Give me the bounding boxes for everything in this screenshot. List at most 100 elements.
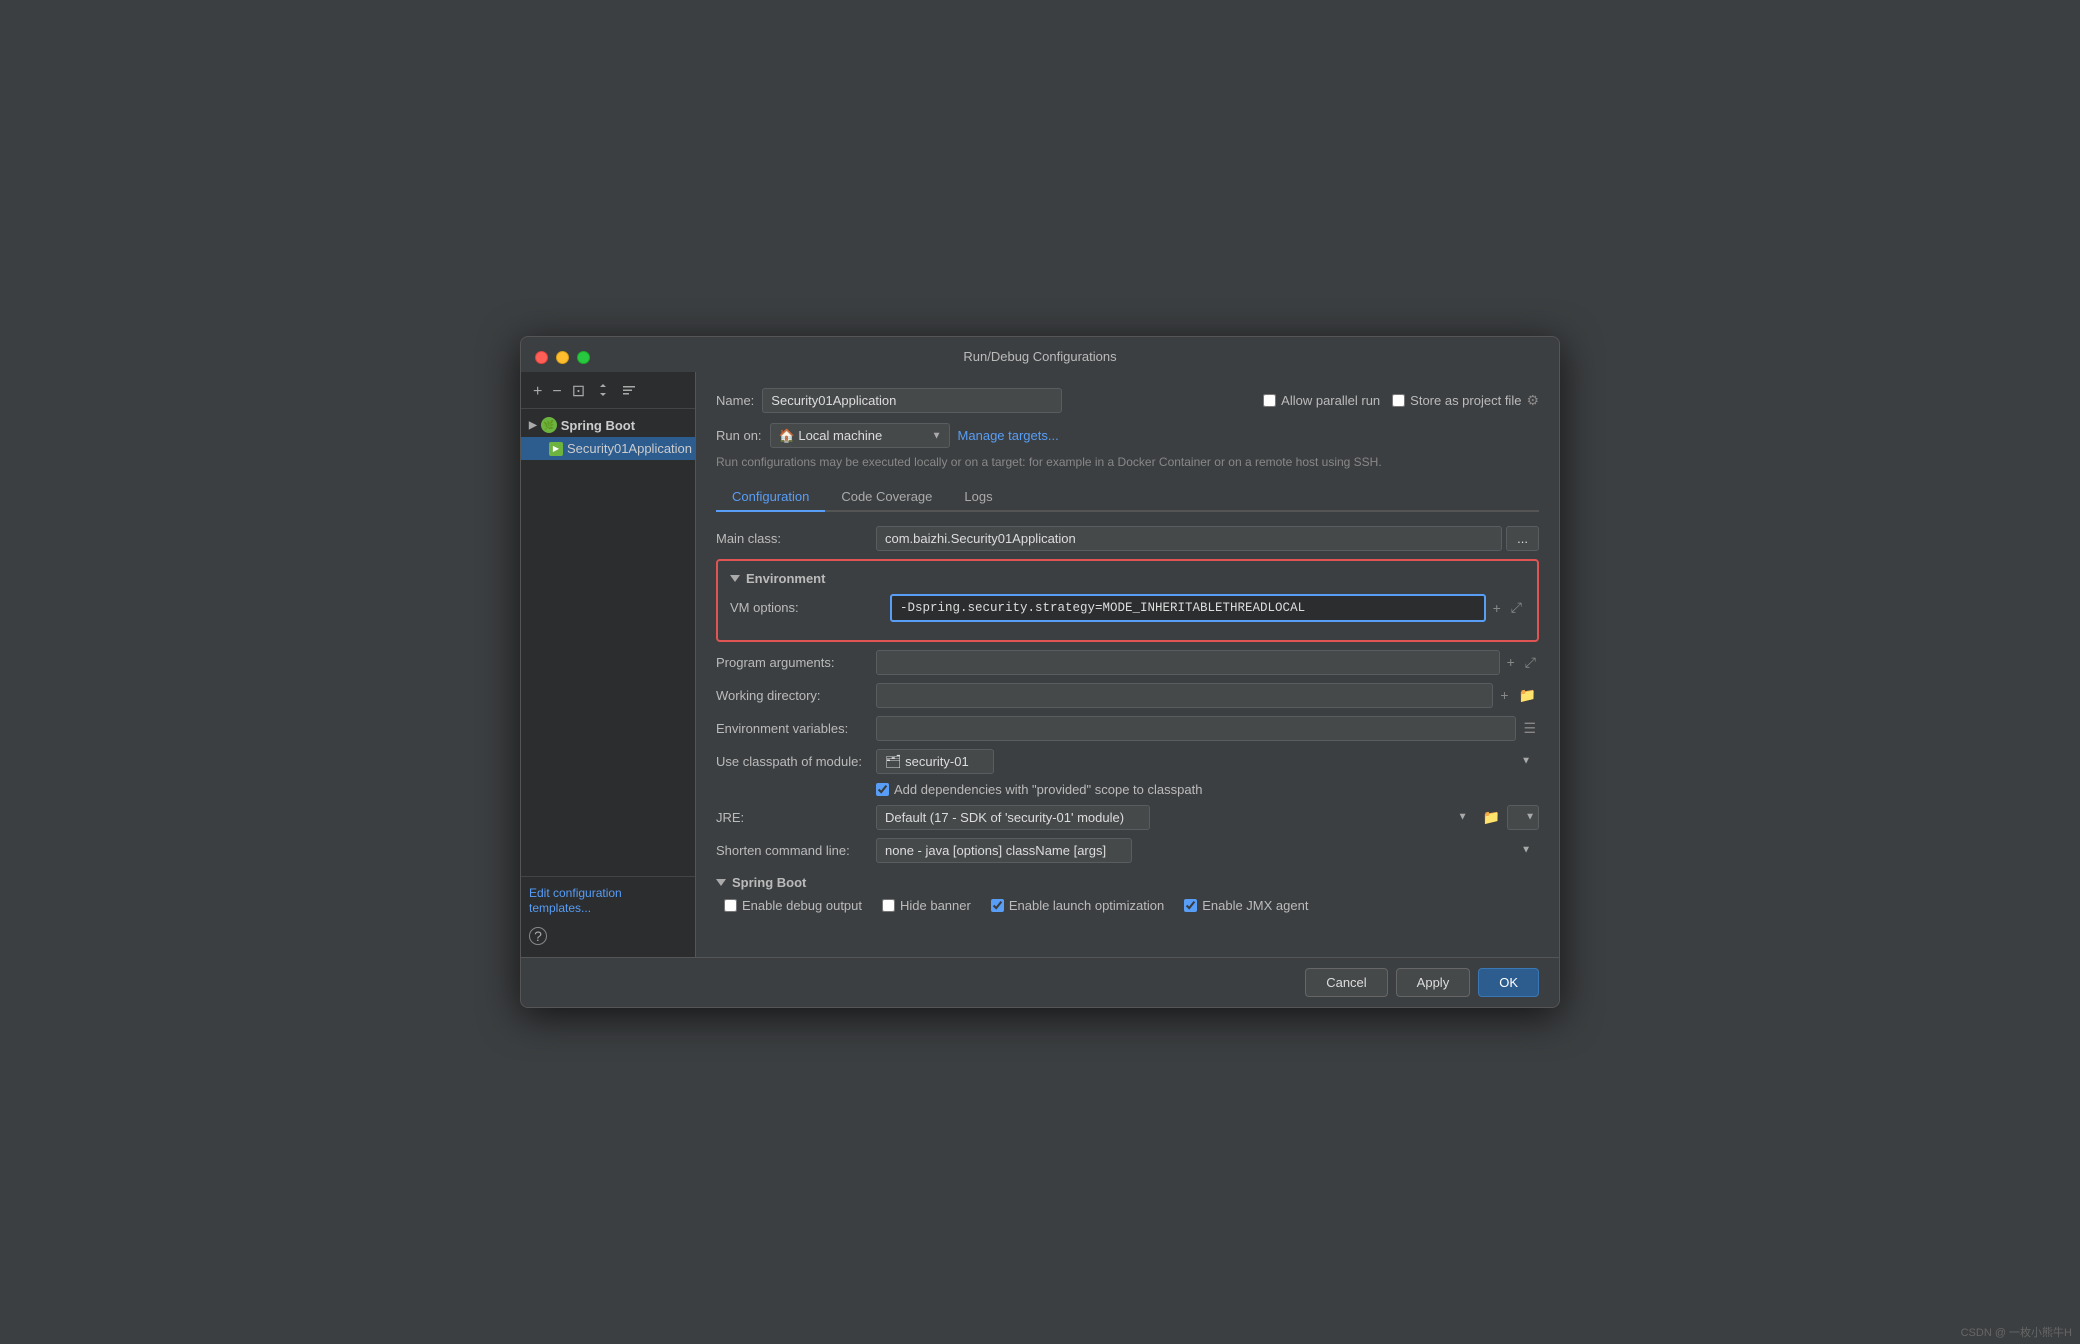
allow-parallel-checkbox-label[interactable]: Allow parallel run (1263, 393, 1380, 408)
jre-browse-button[interactable]: 📁 (1480, 807, 1503, 828)
enable-launch-checkbox[interactable] (991, 899, 1004, 912)
jre-content: Default (17 - SDK of 'security-01' modul… (876, 805, 1539, 830)
enable-launch-checkbox-label[interactable]: Enable launch optimization (991, 898, 1164, 913)
hint-text: Run configurations may be executed local… (716, 454, 1539, 471)
store-project-checkbox-label[interactable]: Store as project file (1392, 393, 1521, 408)
classpath-select[interactable]: 🗂 security-01 (876, 749, 994, 774)
jre-label: JRE: (716, 810, 876, 825)
shorten-cmd-select[interactable]: none - java [options] className [args] (876, 838, 1132, 863)
classpath-select-container: 🗂 security-01 (876, 749, 1539, 774)
hide-banner-checkbox-label[interactable]: Hide banner (882, 898, 971, 913)
close-button[interactable] (535, 351, 548, 364)
run-on-select-wrapper: 🏠 Local machine (770, 423, 950, 448)
run-on-label: Run on: (716, 428, 762, 443)
program-args-add-button[interactable]: + (1504, 652, 1518, 672)
classpath-row: Use classpath of module: 🗂 security-01 (716, 749, 1539, 774)
watermark: CSDN @ 一枚小熊牛H (1961, 1324, 2072, 1340)
tab-configuration[interactable]: Configuration (716, 483, 825, 512)
main-class-input[interactable] (876, 526, 1502, 551)
vm-options-input[interactable] (890, 594, 1486, 622)
store-project-row: Store as project file ⚙ (1392, 392, 1539, 409)
vm-options-add-button[interactable]: + (1490, 598, 1504, 618)
maximize-button[interactable] (577, 351, 590, 364)
main-class-label: Main class: (716, 531, 876, 546)
traffic-lights (535, 351, 590, 364)
security01app-label: Security01Application (567, 441, 692, 456)
vm-options-expand-button[interactable]: ⤢ (1508, 597, 1525, 618)
working-dir-label: Working directory: (716, 688, 876, 703)
title-bar: Run/Debug Configurations (521, 337, 1559, 372)
program-args-row: Program arguments: + ⤢ (716, 650, 1539, 675)
spring-boot-tree-item[interactable]: ▶ 🌿 Spring Boot (521, 413, 695, 437)
name-input[interactable] (762, 388, 1062, 413)
enable-debug-checkbox[interactable] (724, 899, 737, 912)
sort-config-button[interactable] (617, 380, 641, 404)
add-deps-row: Add dependencies with "provided" scope t… (716, 782, 1539, 797)
remove-config-button[interactable]: − (548, 382, 565, 402)
spring-boot-label: Spring Boot (561, 418, 635, 433)
top-section: Name: Allow parallel run Store as projec… (716, 388, 1539, 413)
run-debug-dialog: Run/Debug Configurations + − ⊡ (520, 336, 1560, 1008)
enable-jmx-checkbox[interactable] (1184, 899, 1197, 912)
spring-boot-section-title: Spring Boot (716, 875, 1539, 890)
add-config-button[interactable]: + (529, 382, 546, 402)
ok-button[interactable]: OK (1478, 968, 1539, 997)
main-class-browse-button[interactable]: ... (1506, 526, 1539, 551)
working-dir-input[interactable] (876, 683, 1493, 708)
manage-targets-link[interactable]: Manage targets... (958, 428, 1059, 443)
env-vars-input[interactable] (876, 716, 1516, 741)
jre-select[interactable]: Default (17 - SDK of 'security-01' modul… (876, 805, 1150, 830)
copy-config-button[interactable]: ⊡ (568, 382, 589, 402)
spring-boot-section: Spring Boot Enable debug output Hide ban… (716, 875, 1539, 913)
jre-select-container: Default (17 - SDK of 'security-01' modul… (876, 805, 1476, 830)
working-dir-content: + 📁 (876, 683, 1539, 708)
security01app-tree-item[interactable]: ▶ Security01Application (521, 437, 695, 460)
dialog-footer: Cancel Apply OK (521, 957, 1559, 1007)
main-class-content: ... (876, 526, 1539, 551)
environment-section-title: Environment (730, 571, 1525, 586)
apply-button[interactable]: Apply (1396, 968, 1471, 997)
spring-boot-collapse-icon[interactable] (716, 879, 726, 886)
tab-logs[interactable]: Logs (948, 483, 1008, 512)
enable-debug-checkbox-label[interactable]: Enable debug output (724, 898, 862, 913)
tab-code-coverage[interactable]: Code Coverage (825, 483, 948, 512)
shorten-cmd-label: Shorten command line: (716, 843, 876, 858)
working-dir-browse-button[interactable]: 📁 (1516, 685, 1539, 706)
top-right-options: Allow parallel run Store as project file… (1263, 392, 1539, 409)
move-config-button[interactable] (591, 380, 615, 404)
program-args-input[interactable] (876, 650, 1500, 675)
add-deps-checkbox[interactable] (876, 783, 889, 796)
vm-options-content: + ⤢ (890, 594, 1525, 622)
cancel-button[interactable]: Cancel (1305, 968, 1387, 997)
app-icon: ▶ (549, 442, 563, 456)
environment-collapse-icon[interactable] (730, 575, 740, 582)
working-dir-row: Working directory: + 📁 (716, 683, 1539, 708)
edit-templates-link[interactable]: Edit configuration templates... (529, 886, 622, 915)
main-content: + − ⊡ ▶ � (521, 372, 1559, 957)
jre-extra-select[interactable] (1507, 805, 1539, 830)
shorten-cmd-content: none - java [options] className [args] (876, 838, 1539, 863)
env-vars-label: Environment variables: (716, 721, 876, 736)
store-project-checkbox[interactable] (1392, 394, 1405, 407)
name-row: Name: (716, 388, 1263, 413)
spring-icon: 🌿 (541, 417, 557, 433)
run-on-select[interactable]: 🏠 Local machine (770, 423, 950, 448)
minimize-button[interactable] (556, 351, 569, 364)
vm-options-label: VM options: (730, 600, 890, 615)
working-dir-add-button[interactable]: + (1497, 685, 1511, 705)
program-args-label: Program arguments: (716, 655, 876, 670)
name-label: Name: (716, 393, 754, 408)
spring-boot-checkboxes: Enable debug output Hide banner Enable l… (716, 898, 1539, 913)
allow-parallel-checkbox[interactable] (1263, 394, 1276, 407)
help-button[interactable]: ? (529, 927, 547, 945)
program-args-content: + ⤢ (876, 650, 1539, 675)
program-args-expand-button[interactable]: ⤢ (1522, 652, 1539, 673)
add-deps-checkbox-label[interactable]: Add dependencies with "provided" scope t… (876, 782, 1202, 797)
env-vars-edit-button[interactable]: ☰ (1520, 718, 1539, 739)
sidebar-toolbar: + − ⊡ (521, 376, 695, 409)
env-vars-row: Environment variables: ☰ (716, 716, 1539, 741)
hide-banner-checkbox[interactable] (882, 899, 895, 912)
store-project-gear-icon[interactable]: ⚙ (1526, 392, 1539, 409)
main-class-row: Main class: ... (716, 526, 1539, 551)
enable-jmx-checkbox-label[interactable]: Enable JMX agent (1184, 898, 1308, 913)
